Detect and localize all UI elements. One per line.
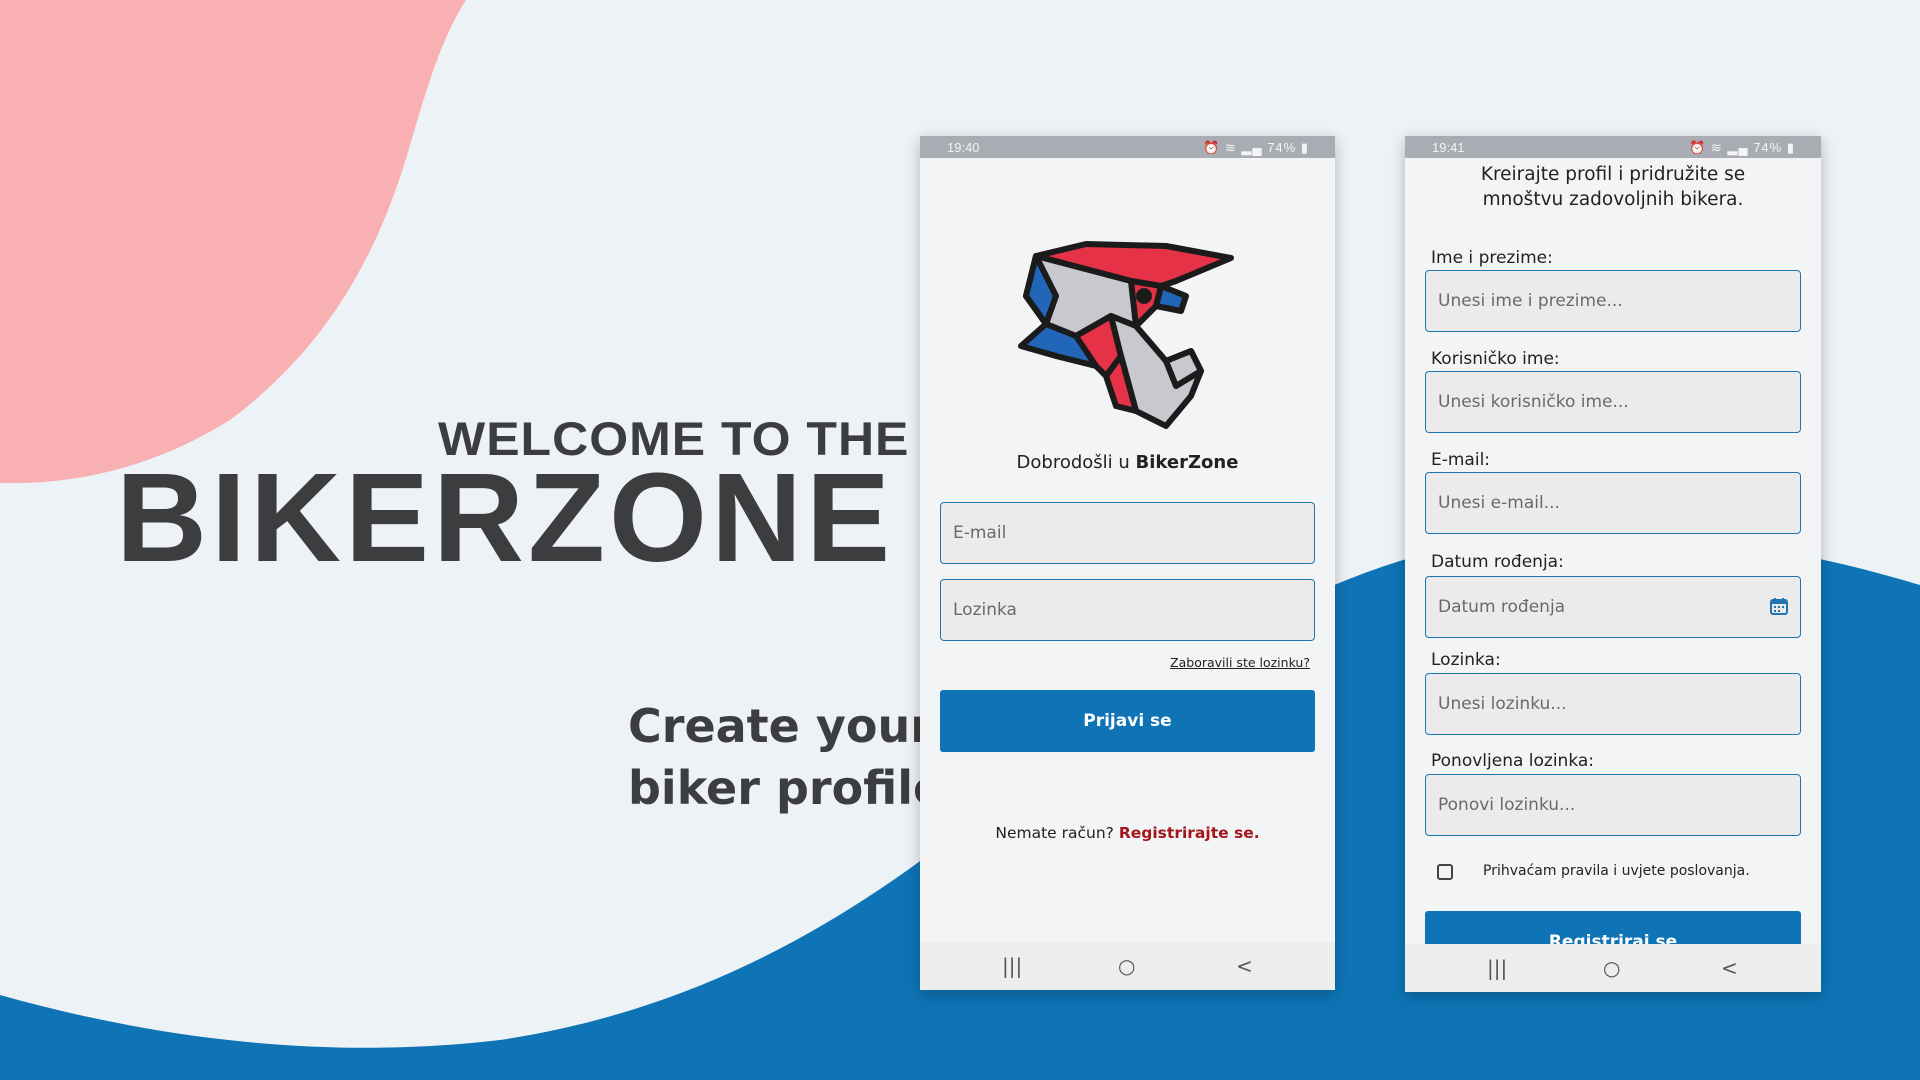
brand-title: BIKERZONE	[116, 447, 895, 588]
recents-icon[interactable]: |||	[1002, 954, 1022, 978]
password-placeholder: Lozinka	[953, 600, 1017, 620]
signal-icon: ▂▄	[1241, 140, 1263, 155]
fullname-placeholder: Unesi ime i prezime...	[1438, 291, 1623, 311]
status-time: 19:40	[947, 140, 980, 155]
intro-line-2: mnoštvu zadovoljnih bikera.	[1482, 189, 1744, 210]
accept-terms-label: Prihvaćam pravila i uvjete poslovanja.	[1483, 863, 1750, 879]
username-label: Korisničko ime:	[1431, 349, 1560, 369]
status-time: 19:41	[1432, 140, 1465, 155]
tagline-line-2: biker profile	[628, 761, 945, 815]
forgot-password-link[interactable]: Zaboravili ste lozinku?	[1170, 655, 1310, 670]
no-account-row: Nemate račun? Registrirajte se.	[920, 824, 1335, 842]
welcome-prefix: Dobrodošli u	[1016, 452, 1136, 473]
birthdate-input[interactable]: Datum rođenja	[1425, 576, 1801, 638]
email-placeholder: Unesi e-mail...	[1438, 493, 1560, 513]
alarm-icon: ⏰	[1203, 140, 1221, 155]
status-bar: 19:40 ⏰ ≋ ▂▄ 74% ▮	[920, 136, 1335, 158]
login-welcome-text: Dobrodošli u BikerZone	[920, 452, 1335, 473]
no-account-text: Nemate račun?	[995, 824, 1114, 842]
email-label: E-mail:	[1431, 450, 1491, 470]
home-icon[interactable]: ○	[1118, 954, 1135, 978]
password-label: Lozinka:	[1431, 650, 1501, 670]
battery-icon: ▮	[1300, 140, 1309, 155]
fullname-label: Ime i prezime:	[1431, 248, 1553, 268]
back-icon[interactable]: <	[1721, 956, 1738, 980]
username-input[interactable]: Unesi korisničko ime...	[1425, 371, 1801, 433]
battery-percent: 74%	[1267, 140, 1297, 155]
email-placeholder: E-mail	[953, 523, 1007, 543]
android-nav-bar: ||| ○ <	[920, 942, 1335, 990]
signal-icon: ▂▄	[1727, 140, 1749, 155]
pink-blob	[0, 0, 466, 484]
repeat-password-placeholder: Ponovi lozinku...	[1438, 795, 1576, 815]
birthdate-placeholder: Datum rođenja	[1438, 597, 1566, 617]
login-phone-screen: 19:40 ⏰ ≋ ▂▄ 74% ▮ Dobrodošli u BikerZon…	[920, 136, 1335, 990]
password-input[interactable]: Lozinka	[940, 579, 1315, 641]
tagline-line-1: Create your	[628, 699, 933, 753]
password-input[interactable]: Unesi lozinku...	[1425, 673, 1801, 735]
register-intro: Kreirajte profil i pridružite se mnoštvu…	[1405, 162, 1821, 212]
intro-line-1: Kreirajte profil i pridružite se	[1480, 164, 1746, 185]
repeat-password-label: Ponovljena lozinka:	[1431, 751, 1595, 771]
email-input[interactable]: Unesi e-mail...	[1425, 472, 1801, 534]
battery-icon: ▮	[1786, 140, 1795, 155]
wifi-icon: ≋	[1710, 140, 1723, 155]
wifi-icon: ≋	[1224, 140, 1237, 155]
username-placeholder: Unesi korisničko ime...	[1438, 392, 1629, 412]
status-icons: ⏰ ≋ ▂▄ 74% ▮	[1689, 140, 1795, 156]
recents-icon[interactable]: |||	[1487, 956, 1507, 980]
password-placeholder: Unesi lozinku...	[1438, 694, 1567, 714]
fullname-input[interactable]: Unesi ime i prezime...	[1425, 270, 1801, 332]
home-icon[interactable]: ○	[1603, 956, 1620, 980]
android-nav-bar: ||| ○ <	[1405, 944, 1821, 992]
back-icon[interactable]: <	[1236, 954, 1253, 978]
login-button[interactable]: Prijavi se	[940, 690, 1315, 752]
accept-terms-checkbox[interactable]	[1437, 864, 1453, 880]
register-link[interactable]: Registrirajte se.	[1119, 824, 1260, 842]
email-input[interactable]: E-mail	[940, 502, 1315, 564]
birthdate-label: Datum rođenja:	[1431, 552, 1564, 572]
calendar-icon[interactable]	[1770, 597, 1788, 615]
status-bar: 19:41 ⏰ ≋ ▂▄ 74% ▮	[1405, 136, 1821, 158]
battery-percent: 74%	[1753, 140, 1783, 155]
status-icons: ⏰ ≋ ▂▄ 74% ▮	[1203, 140, 1309, 156]
welcome-brand: BikerZone	[1135, 452, 1239, 473]
alarm-icon: ⏰	[1689, 140, 1707, 155]
repeat-password-input[interactable]: Ponovi lozinku...	[1425, 774, 1801, 836]
register-phone-screen: 19:41 ⏰ ≋ ▂▄ 74% ▮ Kreirajte profil i pr…	[1405, 136, 1821, 992]
tagline: Create your biker profile	[628, 695, 944, 819]
motocross-helmet-icon	[1018, 241, 1234, 429]
